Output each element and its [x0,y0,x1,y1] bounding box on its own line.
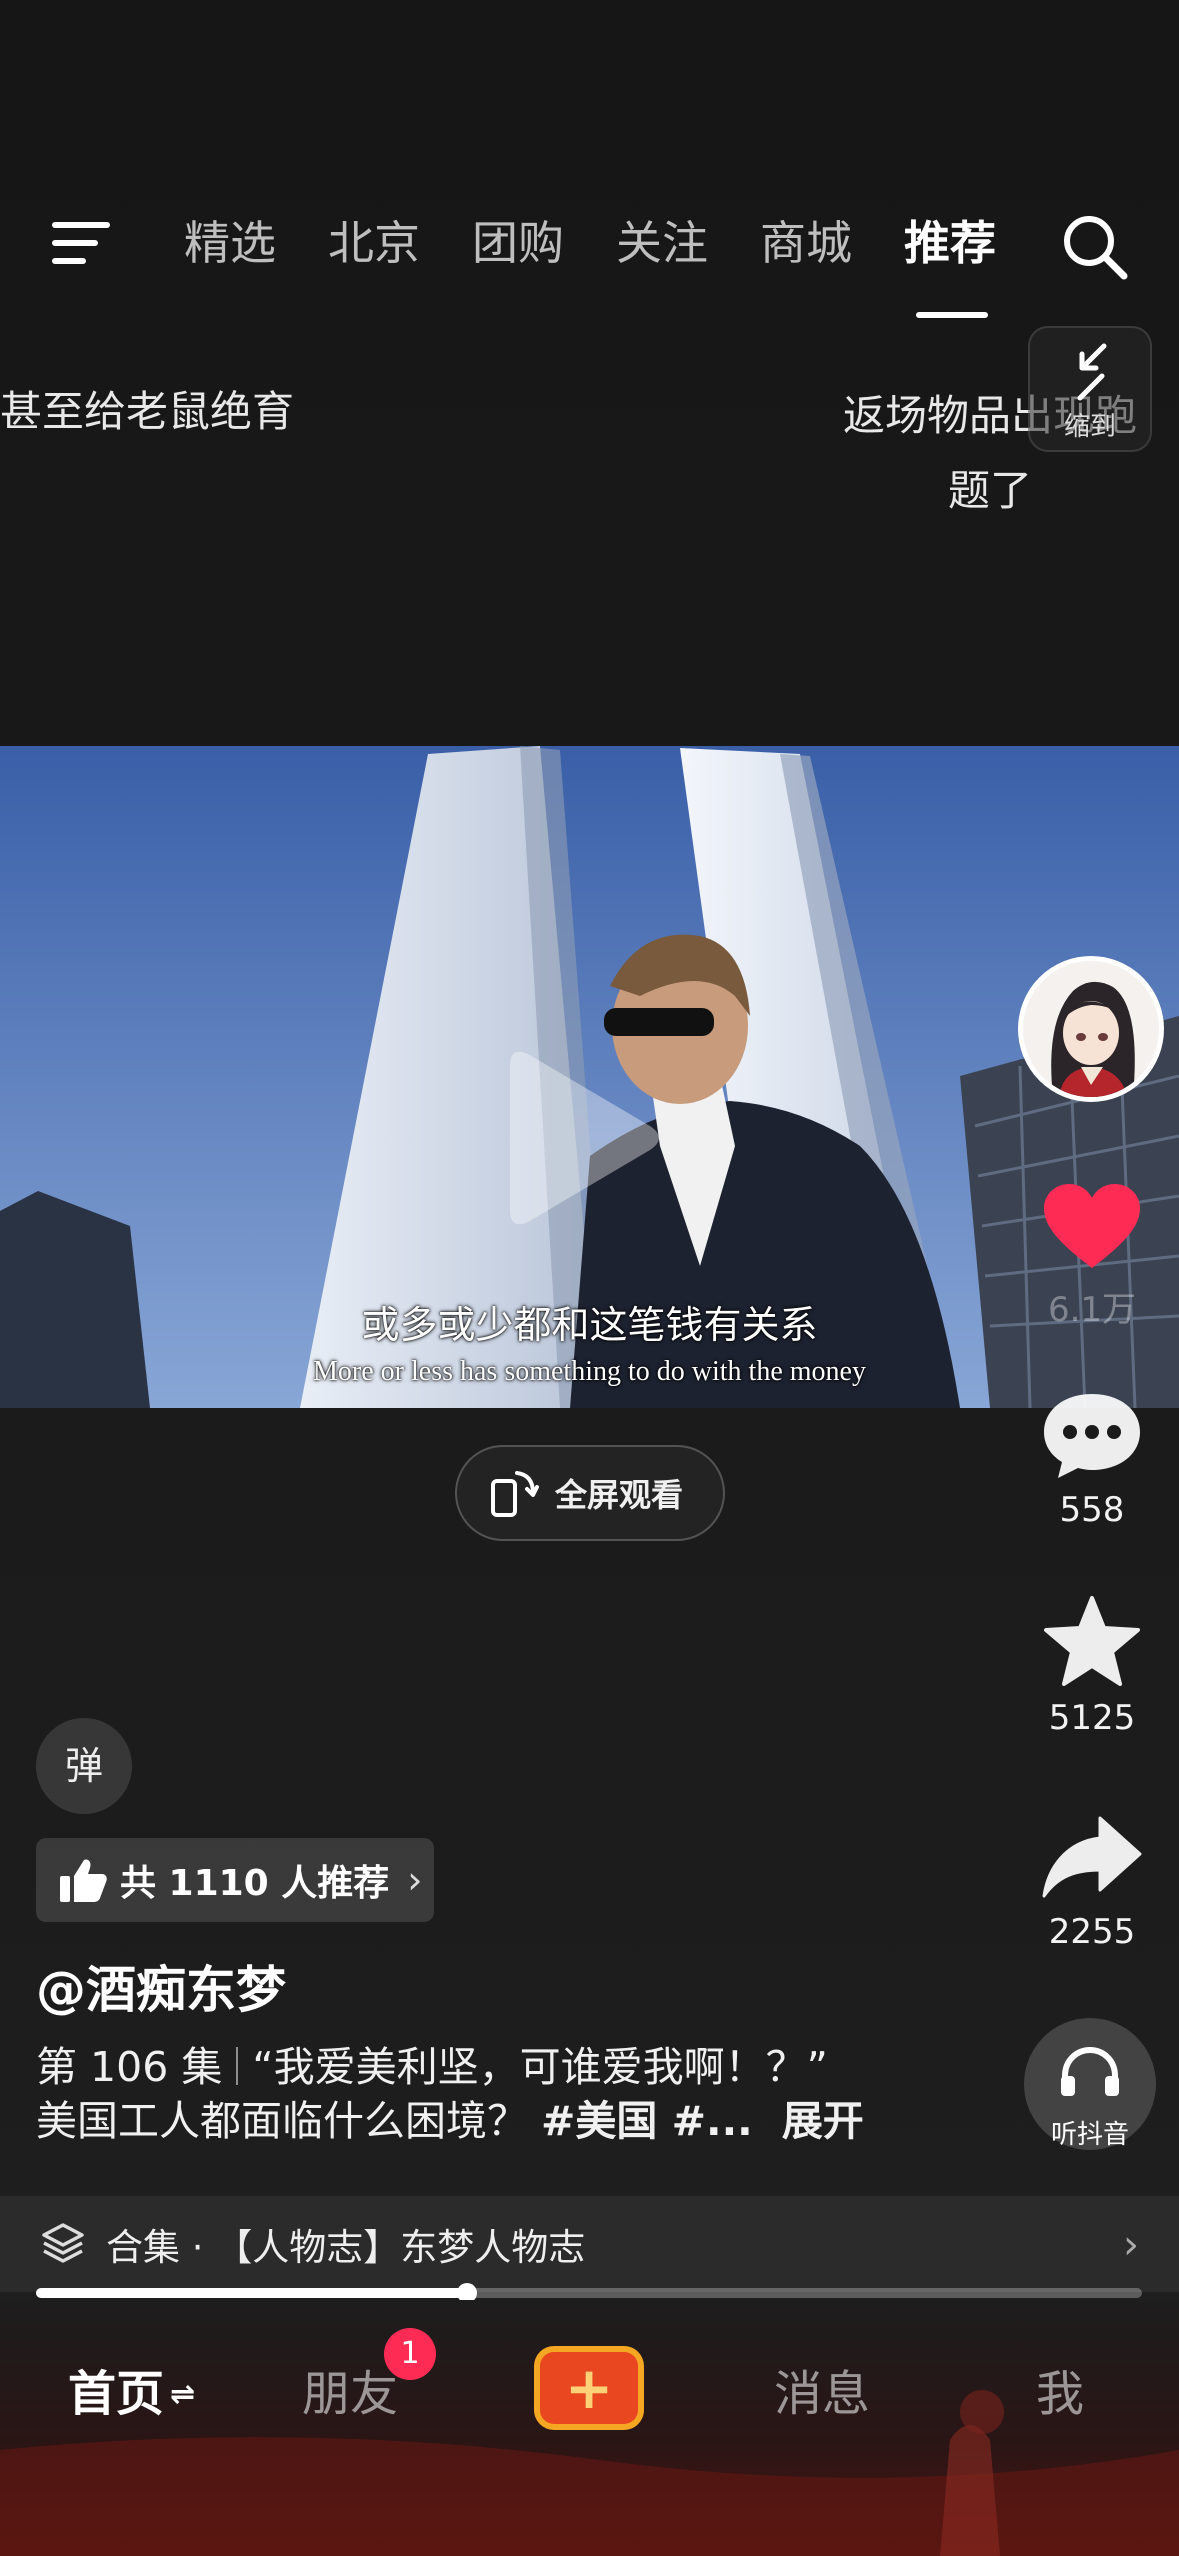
favorite-button[interactable]: 5125 [1030,1594,1154,1738]
heart-icon [1044,1184,1140,1268]
fullscreen-button[interactable]: 全屏观看 [455,1445,725,1541]
video-frame[interactable]: 或多或少都和这笔钱有关系 More or less has something … [0,746,1179,1408]
layers-icon [42,2223,84,2263]
friends-badge: 1 [384,2328,436,2380]
menu-icon[interactable] [48,218,118,270]
tab-group-buy[interactable]: 团购 [472,208,616,278]
author-name[interactable]: @酒痴东梦 [36,1950,286,2022]
like-button[interactable]: 6.1万 [1030,1180,1154,1331]
shrink-label: 缩到 [1063,412,1116,442]
progress-fill [36,2288,468,2298]
share-count: 2255 [1048,1912,1136,1952]
nav-messages[interactable]: 消息 [774,2354,870,2424]
nav-me[interactable]: 我 [1036,2354,1084,2424]
search-icon[interactable] [1060,212,1130,282]
collection-bar[interactable]: 合集 · 【人物志】东梦人物志 › [0,2196,1179,2292]
episode-quote: “我爱美利坚，可谁爱我啊！？” [252,2043,828,2091]
video-title-left: 甚至给老鼠绝育 [0,387,295,436]
share-arrow-icon [1042,1816,1142,1898]
top-nav: 精选 北京 团购 关注 商城 推荐 [0,190,1179,318]
like-count: 6.1万 [1047,1290,1137,1330]
shrink-button[interactable]: 缩到 [1028,326,1152,452]
expand-link[interactable]: 展开 [782,2097,864,2145]
favorite-count: 5125 [1048,1698,1136,1738]
rotate-screen-icon [491,1471,539,1517]
headphones-icon [1061,2046,1119,2096]
danmu-toggle[interactable]: 弹 [36,1718,132,1814]
hashtags[interactable]: #美国 #... [541,2097,753,2145]
recommend-chip[interactable]: 共 1110 人推荐 › [36,1838,434,1922]
tab-following[interactable]: 关注 [616,208,760,278]
description-text: 美国工人都面临什么困境？ [36,2097,528,2145]
episode-label: 第 106 集 [36,2043,223,2091]
star-icon [1044,1596,1140,1686]
tab-bar: 精选 北京 团购 关注 商城 推荐 [184,208,1048,318]
danmu-label: 弹 [64,1744,103,1788]
comment-icon [1044,1394,1140,1478]
nav-home-label: 首页 [68,2366,165,2422]
subtitle-english: More or less has something to do with th… [313,1356,866,1387]
listen-button[interactable]: 听抖音 [1024,2018,1156,2150]
nav-friends[interactable]: 朋友 [302,2354,398,2424]
nav-home[interactable]: 首页 ⇌ [68,2354,195,2424]
shrink-icon [1077,343,1107,401]
swap-icon: ⇌ [170,2377,196,2412]
create-button[interactable]: + [534,2346,644,2430]
video-progress-bar[interactable] [36,2283,1142,2303]
recommend-label: 共 1110 人推荐 [120,1863,390,1904]
comment-button[interactable]: 558 [1030,1390,1154,1530]
plus-icon: + [540,2352,638,2424]
chevron-right-icon: › [407,1858,423,1902]
author-avatar[interactable] [1018,956,1164,1102]
comment-count: 558 [1059,1490,1125,1530]
bottom-nav: 首页 ⇌ 朋友 1 + 消息 我 [0,2300,1179,2556]
collection-label: 合集 · 【人物志】东梦人物志 [106,2226,586,2269]
tab-mall[interactable]: 商城 [760,208,904,278]
post-description[interactable]: 第 106 集 “我爱美利坚，可谁爱我啊！？” 美国工人都面临什么困境？ #美国 … [36,2040,936,2148]
share-button[interactable]: 2255 [1030,1812,1154,1952]
tab-beijing[interactable]: 北京 [328,208,472,278]
fullscreen-label: 全屏观看 [555,1476,684,1514]
tab-featured[interactable]: 精选 [184,208,328,278]
thumbs-up-icon [60,1859,107,1902]
listen-label: 听抖音 [1050,2120,1129,2150]
chevron-right-icon: › [1123,2222,1139,2268]
subtitle-chinese: 或多或少都和这笔钱有关系 [361,1303,818,1347]
tab-recommend[interactable]: 推荐 [904,208,1048,318]
app-screen: 精选 北京 团购 关注 商城 推荐 甚至给老鼠绝育 返场物品出现跑题了 缩到 或… [0,0,1179,2556]
